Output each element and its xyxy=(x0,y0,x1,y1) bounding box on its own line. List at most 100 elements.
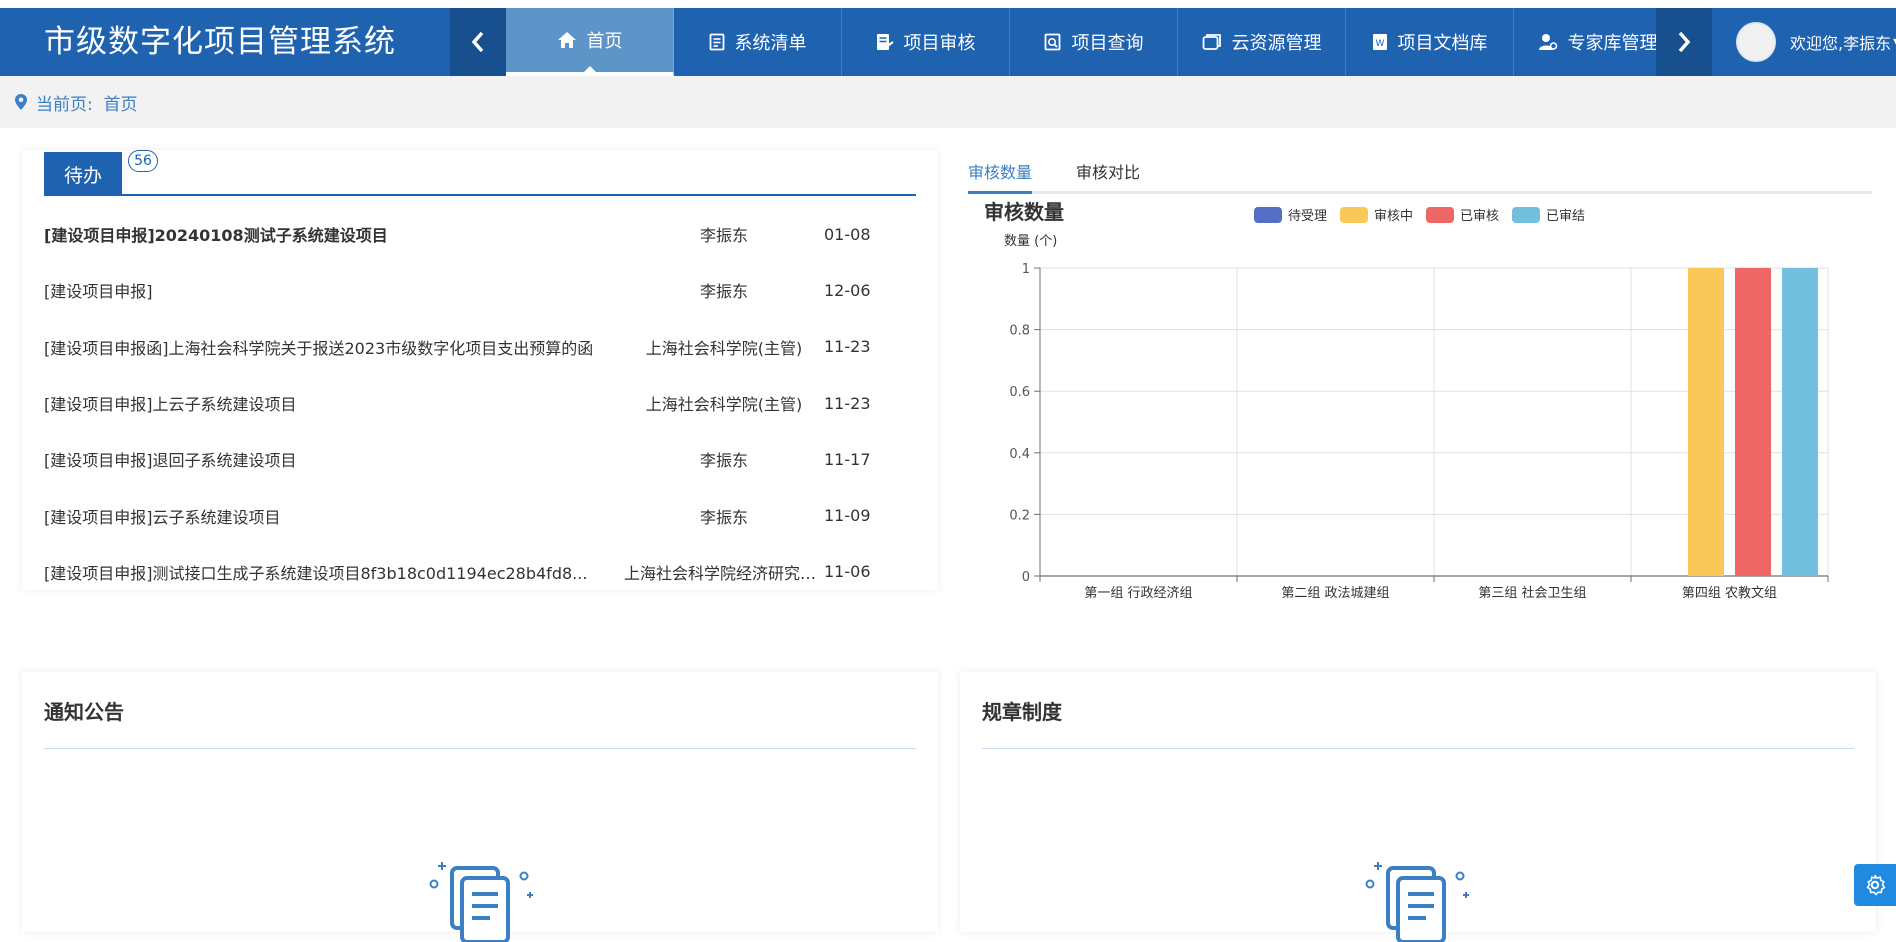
todo-item-submitter: 上海社会科学院(主管) xyxy=(645,338,803,358)
x-tick-label: 第四组 农教文组 xyxy=(1682,585,1777,601)
tab-todo[interactable]: 待办 xyxy=(44,152,122,196)
nav-item-doc-library[interactable]: W 项目文档库 xyxy=(1346,8,1514,76)
top-navbar: 市级数字化项目管理系统 首页 系统清单 项目审核 项目查询 云资源管理 W 项目… xyxy=(0,8,1896,76)
bar xyxy=(1735,268,1771,576)
todo-count-badge: 56 xyxy=(128,150,158,172)
expert-icon xyxy=(1538,33,1558,51)
y-axis-label: 数量 (个) xyxy=(1004,234,1057,249)
nav-prev-button[interactable] xyxy=(450,8,506,76)
todo-list-item[interactable]: [建设项目申报]云子系统建设项目 李振东 11-09 xyxy=(44,487,924,543)
query-icon xyxy=(1044,33,1062,51)
todo-item-date: 11-17 xyxy=(824,449,871,469)
legend-label: 已审结 xyxy=(1546,209,1585,224)
rules-title: 规章制度 xyxy=(982,700,1062,724)
nav-item-label: 项目查询 xyxy=(1071,33,1144,54)
user-greeting: 欢迎您,李振东 xyxy=(1790,34,1892,53)
gear-icon xyxy=(1866,874,1886,896)
todo-item-submitter: 上海社会科学院(主管) xyxy=(645,395,803,415)
nav-item-label: 专家库管理 xyxy=(1567,33,1658,54)
svg-text:W: W xyxy=(1375,39,1384,49)
chart-title: 审核数量 xyxy=(984,200,1064,224)
todo-item-title: [建设项目申报]测试接口生成子系统建设项目8f3b18c0d1194ec28b4… xyxy=(44,563,588,583)
todo-item-title: [建设项目申报]上云子系统建设项目 xyxy=(44,395,297,415)
bar xyxy=(1688,268,1724,576)
legend-label: 审核中 xyxy=(1374,209,1413,224)
todo-item-date: 11-23 xyxy=(824,393,871,413)
nav-item-label: 系统清单 xyxy=(734,33,807,54)
todo-item-title: [建设项目申报函]上海社会科学院关于报送2023市级数字化项目支出预算的函 xyxy=(44,338,594,358)
todo-list-item[interactable]: [建设项目申报]上云子系统建设项目 上海社会科学院(主管) 11-23 xyxy=(44,375,924,431)
review-count-chart: 审核数量数量 (个) 待受理 审核中 已审核 已审结 0 0.2 0.4 0.6 0.8 1 第一组 … xyxy=(984,200,1829,601)
divider xyxy=(44,748,916,749)
nav-item-cloud-resource[interactable]: 云资源管理 xyxy=(1178,8,1346,76)
todo-item-submitter: 上海社会科学院经济研究所... xyxy=(624,563,824,583)
y-tick-label: 1 xyxy=(1022,262,1030,277)
todo-item-submitter: 李振东 xyxy=(699,451,748,471)
nav-item-label: 云资源管理 xyxy=(1231,33,1322,54)
y-tick-label: 0 xyxy=(1022,570,1030,585)
legend-swatch xyxy=(1426,207,1454,223)
y-tick-label: 0.2 xyxy=(1009,508,1030,523)
nav-item-project-review[interactable]: 项目审核 xyxy=(842,8,1010,76)
nav-item-label: 首页 xyxy=(586,31,623,52)
todo-item-date: 11-09 xyxy=(824,506,871,526)
home-icon xyxy=(557,31,577,49)
todo-panel: 待办 56 [建设项目申报]20240108测试子系统建设项目 李振东 01-0… xyxy=(22,150,938,590)
chevron-right-icon xyxy=(1678,31,1691,53)
x-tick-label: 第二组 政法城建组 xyxy=(1281,586,1389,601)
tab-review-compare[interactable]: 审核对比 xyxy=(1076,156,1140,194)
notice-panel: 通知公告 xyxy=(22,672,938,942)
todo-item-title: [建设项目申报]云子系统建设项目 xyxy=(44,507,281,527)
x-tick-label: 第三组 社会卫生组 xyxy=(1478,585,1586,601)
nav-item-system-list[interactable]: 系统清单 xyxy=(674,8,842,76)
app-title: 市级数字化项目管理系统 xyxy=(44,24,396,60)
avatar xyxy=(1736,22,1776,62)
todo-item-date: 11-06 xyxy=(824,562,871,582)
todo-list-item[interactable]: [建设项目申报]20240108测试子系统建设项目 李振东 01-08 xyxy=(44,206,924,262)
todo-item-title: [建设项目申报]20240108测试子系统建设项目 xyxy=(44,226,388,246)
breadcrumb-text: 当前页: 首页 xyxy=(36,94,138,115)
todo-item-submitter: 李振东 xyxy=(699,226,748,246)
tab-review-count[interactable]: 审核数量 xyxy=(968,156,1033,194)
user-menu[interactable]: 欢迎您,李振东 ▼ xyxy=(1736,8,1896,76)
review-icon xyxy=(876,33,894,51)
nav-item-home[interactable]: 首页 xyxy=(506,8,674,76)
legend-label: 待受理 xyxy=(1288,209,1327,224)
nav-item-label: 项目文档库 xyxy=(1397,33,1488,54)
notice-title: 通知公告 xyxy=(44,700,124,724)
legend-swatch xyxy=(1512,207,1540,223)
y-tick-label: 0.6 xyxy=(1009,385,1030,400)
legend-label: 已审核 xyxy=(1460,209,1499,224)
chart-tabs: 审核数量 审核对比 xyxy=(968,156,1872,194)
cloud-resource-icon xyxy=(1202,33,1222,51)
main-nav: 首页 系统清单 项目审核 项目查询 云资源管理 W 项目文档库 专家库管理 xyxy=(506,8,1682,76)
todo-item-submitter: 李振东 xyxy=(699,507,748,527)
todo-list-item[interactable]: [建设项目申报] 李振东 12-06 xyxy=(44,262,924,318)
nav-item-label: 项目审核 xyxy=(903,33,976,54)
todo-list-item[interactable]: [建设项目申报]退回子系统建设项目 李振东 11-17 xyxy=(44,431,924,487)
todo-item-date: 01-08 xyxy=(824,224,871,244)
word-doc-icon: W xyxy=(1372,33,1388,51)
todo-tabbar: 待办 56 xyxy=(44,150,916,196)
todo-list-item[interactable]: [建设项目申报函]上海社会科学院关于报送2023市级数字化项目支出预算的函 上海… xyxy=(44,319,924,375)
todo-list-item[interactable]: [建设项目申报]测试接口生成子系统建设项目8f3b18c0d1194ec28b4… xyxy=(44,544,924,600)
location-pin-icon xyxy=(14,93,28,111)
divider xyxy=(982,748,1854,749)
x-tick-label: 第一组 行政经济组 xyxy=(1084,586,1192,601)
settings-button[interactable] xyxy=(1854,864,1896,906)
nav-next-button[interactable] xyxy=(1656,8,1712,76)
bar xyxy=(1782,268,1818,576)
breadcrumb: 当前页: 首页 xyxy=(0,76,1896,128)
y-tick-label: 0.4 xyxy=(1009,447,1030,462)
todo-item-title: [建设项目申报] xyxy=(44,282,153,302)
todo-item-date: 12-06 xyxy=(824,280,871,300)
todo-item-date: 11-23 xyxy=(824,337,871,357)
list-icon xyxy=(709,33,725,51)
rules-panel: 规章制度 xyxy=(960,672,1876,942)
empty-document-icon xyxy=(429,862,533,942)
y-tick-label: 0.8 xyxy=(1009,324,1030,339)
legend-swatch xyxy=(1254,207,1282,223)
chevron-left-icon xyxy=(471,31,484,53)
nav-item-project-query[interactable]: 项目查询 xyxy=(1010,8,1178,76)
empty-document-icon xyxy=(1365,862,1469,942)
